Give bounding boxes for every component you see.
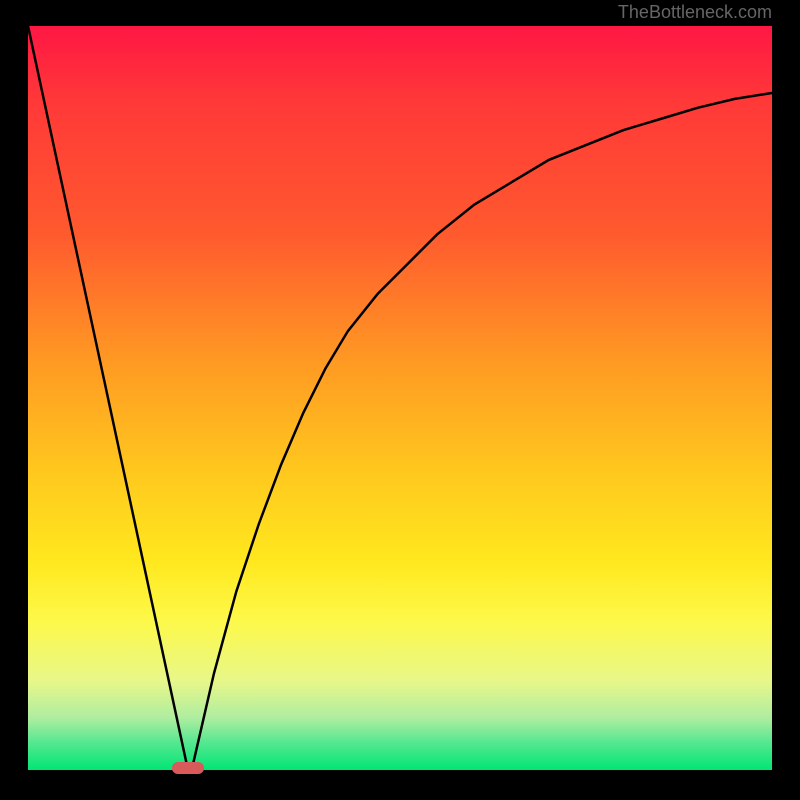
right-curve-series: [192, 93, 772, 770]
bottleneck-marker: [172, 762, 204, 774]
chart-plot-area: [28, 26, 772, 770]
watermark-text: TheBottleneck.com: [618, 2, 772, 23]
chart-curves: [28, 26, 772, 770]
left-line-series: [28, 26, 188, 770]
